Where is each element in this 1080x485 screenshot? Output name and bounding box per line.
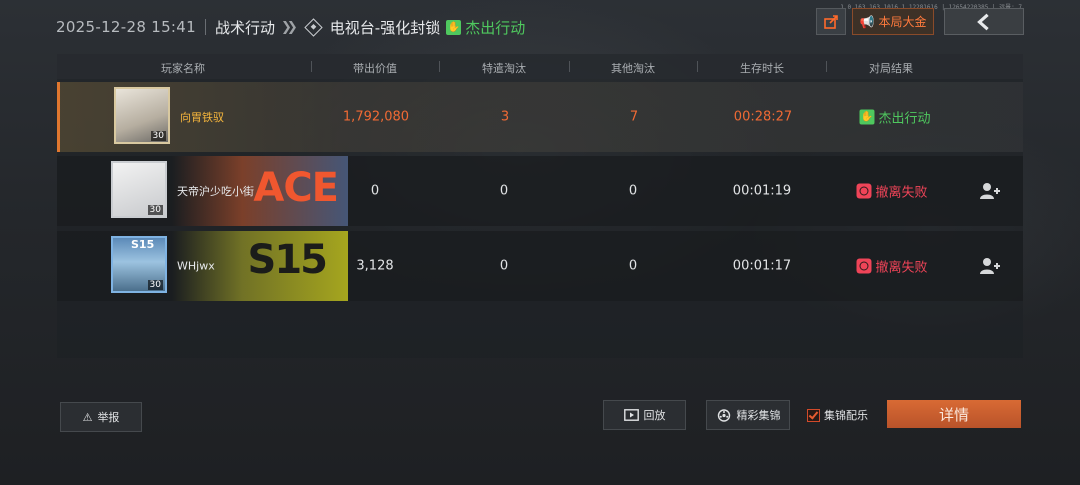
table-header: 玩家名称 带出价值 特遣淘汰 其他淘汰 生存时长 对局结果 xyxy=(57,54,1023,79)
carry-out-value: 1,792,080 xyxy=(342,109,410,125)
avatar[interactable]: 30 xyxy=(111,161,167,218)
col-divider xyxy=(439,61,440,72)
header-divider xyxy=(204,19,206,35)
row-result: 撤离失败 xyxy=(856,257,928,276)
col-header-survival: 生存时长 xyxy=(740,62,784,75)
col-header-special-kills: 特遣淘汰 xyxy=(482,62,526,75)
player-level: 30 xyxy=(150,131,166,141)
player-name: 向胃铁驭 xyxy=(180,111,224,124)
chevron-right-icon: ❯❯ xyxy=(280,19,298,35)
table-row[interactable]: ACE 30 天帝沪少吃小街 0 0 0 00:01:19 撤离失败 xyxy=(57,156,1023,226)
match-result-badge: ✋ 杰出行动 xyxy=(446,17,525,38)
other-kills: 7 xyxy=(629,109,639,125)
report-label: 举报 xyxy=(97,411,120,424)
player-level: 30 xyxy=(147,280,163,290)
match-result-label: 杰出行动 xyxy=(465,18,526,37)
add-friend-icon[interactable] xyxy=(979,182,1001,200)
banner-text: ACE xyxy=(253,165,339,211)
add-friend-icon[interactable] xyxy=(979,257,1001,275)
music-label: 集锦配乐 xyxy=(824,409,868,422)
col-header-player: 玩家名称 xyxy=(161,62,205,75)
survival-time: 00:01:19 xyxy=(732,183,792,199)
col-divider xyxy=(311,61,312,72)
report-button[interactable]: ⚠ 举报 xyxy=(60,402,142,432)
col-divider xyxy=(826,61,827,72)
other-kills: 0 xyxy=(628,258,638,274)
avatar[interactable]: S15 30 xyxy=(111,236,167,293)
avatar-season-tag: S15 xyxy=(131,238,155,251)
thumbs-up-icon: ✋ xyxy=(859,109,875,125)
replay-video-icon xyxy=(623,409,639,421)
map-diamond-icon xyxy=(304,17,323,37)
game-mode: 战术行动 xyxy=(214,18,275,37)
back-button[interactable] xyxy=(944,8,1024,35)
col-header-result: 对局结果 xyxy=(869,62,913,75)
thumbs-up-icon: ✋ xyxy=(446,19,462,35)
highlight-music-toggle[interactable]: 集锦配乐 xyxy=(807,407,868,423)
megaphone-icon: 📢 xyxy=(859,14,875,29)
table-row[interactable]: S15 S15 30 WHjwx 3,128 0 0 00:01:17 撤离失败 xyxy=(57,231,1023,301)
treasure-label: 本局大金 xyxy=(878,15,927,29)
avatar[interactable]: 30 xyxy=(114,87,170,144)
survival-time: 00:01:17 xyxy=(732,258,792,274)
col-divider xyxy=(697,61,698,72)
match-treasure-button[interactable]: 📢 本局大金 xyxy=(852,8,934,35)
player-level: 30 xyxy=(147,205,163,215)
extract-fail-icon xyxy=(856,258,872,274)
special-kills: 0 xyxy=(499,258,509,274)
table-row-self[interactable]: 30 向胃铁驭 1,792,080 3 7 00:28:27 ✋ 杰出行动 xyxy=(57,82,1023,152)
row-result-label: 撤离失败 xyxy=(875,260,928,276)
extract-fail-icon xyxy=(856,183,872,199)
replay-button[interactable]: 回放 xyxy=(603,400,686,430)
share-button[interactable] xyxy=(816,8,846,35)
player-name: 天帝沪少吃小街 xyxy=(177,185,254,198)
match-header: 2025-12-28 15:41 战术行动 ❯❯ 电视台-强化封锁 ✋ 杰出行动 xyxy=(56,14,525,40)
row-result: ✋ 杰出行动 xyxy=(859,108,931,127)
banner-text: S15 xyxy=(247,237,328,283)
row-result-label: 杰出行动 xyxy=(878,111,931,127)
col-divider xyxy=(569,61,570,72)
highlights-label: 精彩集锦 xyxy=(736,409,781,422)
scoreboard-table: 玩家名称 带出价值 特遣淘汰 其他淘汰 生存时长 对局结果 30 向胃铁驭 1,… xyxy=(57,54,1023,358)
carry-out-value: 3,128 xyxy=(356,258,394,274)
col-header-other-kills: 其他淘汰 xyxy=(611,62,655,75)
special-kills: 0 xyxy=(499,183,509,199)
map-name: 电视台-强化封锁 xyxy=(329,18,441,37)
film-reel-icon xyxy=(717,408,730,422)
carry-out-value: 0 xyxy=(370,183,380,199)
special-kills: 3 xyxy=(500,109,510,125)
match-datetime: 2025-12-28 15:41 xyxy=(56,18,196,36)
details-button[interactable]: 详情 xyxy=(887,400,1021,428)
music-checkbox[interactable] xyxy=(807,408,820,422)
row-result: 撤离失败 xyxy=(856,182,928,201)
chevron-left-icon xyxy=(977,13,989,30)
details-label: 详情 xyxy=(938,405,969,424)
col-header-value: 带出价值 xyxy=(353,62,397,75)
survival-time: 00:28:27 xyxy=(733,109,793,125)
replay-label: 回放 xyxy=(643,409,666,422)
player-name: WHjwx xyxy=(177,259,215,273)
warning-icon: ⚠ xyxy=(82,410,93,424)
row-result-label: 撤离失败 xyxy=(875,185,928,201)
other-kills: 0 xyxy=(628,183,638,199)
share-icon xyxy=(824,14,838,29)
highlights-button[interactable]: 精彩集锦 xyxy=(706,400,790,430)
